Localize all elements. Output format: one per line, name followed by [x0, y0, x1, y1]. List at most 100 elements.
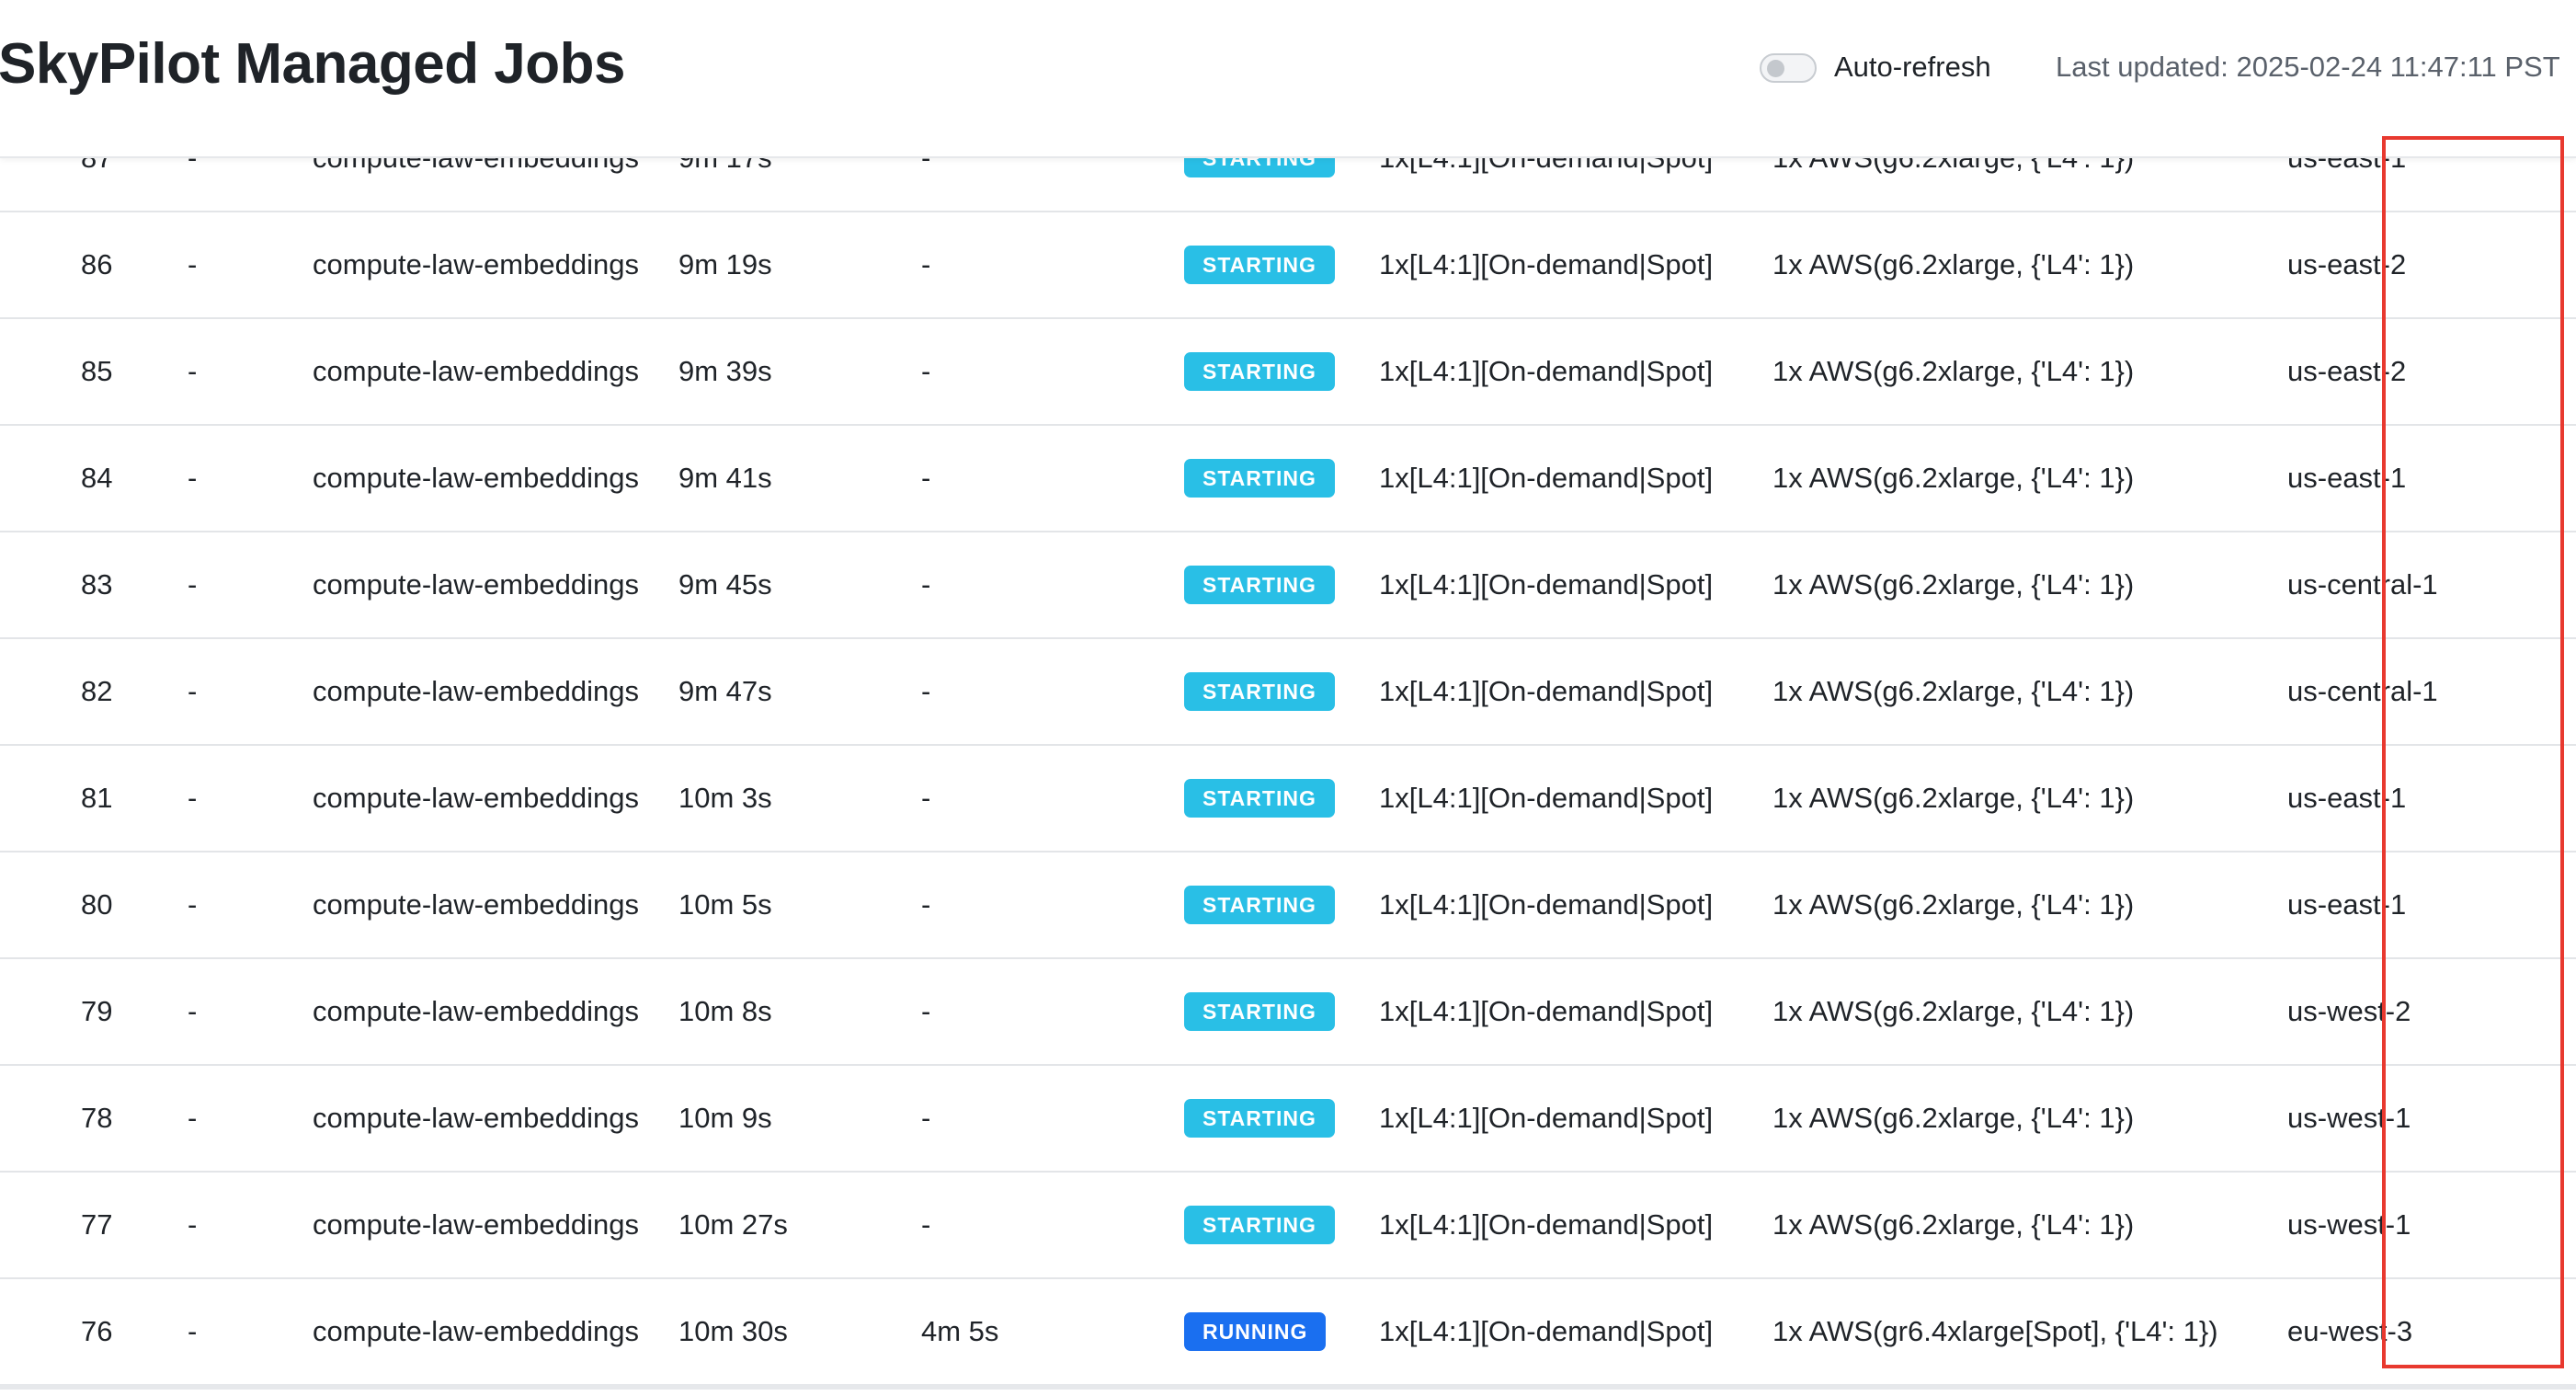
cluster-cell: 1x AWS(g6.2xlarge, {'L4': 1}) — [1772, 1065, 2287, 1173]
job-name-cell: compute-law-embeddings — [276, 1172, 645, 1279]
status-badge: STARTING — [1184, 992, 1335, 1031]
job-id-cell: 81 — [0, 745, 138, 852]
duration-cell: 10m 3s — [645, 745, 886, 852]
region-cell: us-central-1 — [2287, 532, 2576, 639]
resources-cell: 1x[L4:1][On-demand|Spot] — [1377, 532, 1772, 639]
resources-cell: 1x[L4:1][On-demand|Spot] — [1377, 1278, 1772, 1390]
duration-cell: 10m 27s — [645, 1172, 886, 1279]
duration-cell: 9m 39s — [645, 318, 886, 426]
table-row[interactable]: 82- compute-law-embeddings 9m 47s - STARTING… — [0, 638, 2576, 746]
managed-jobs-page: 87-compute-law-embeddings9m 17s-STARTING… — [0, 0, 2576, 1396]
duration-cell: 10m 8s — [645, 958, 886, 1066]
resources-cell: 1x[L4:1][On-demand|Spot] — [1377, 745, 1772, 852]
resources-cell: 1x[L4:1][On-demand|Spot] — [1377, 1065, 1772, 1173]
job-name-cell: compute-law-embeddings — [276, 745, 645, 852]
resources-cell: 1x[L4:1][On-demand|Spot] — [1377, 1172, 1772, 1279]
task-cell: - — [138, 212, 276, 319]
cluster-cell: 1x AWS(g6.2xlarge, {'L4': 1}) — [1772, 638, 2287, 746]
table-row[interactable]: 77- compute-law-embeddings 10m 27s - STARTIN… — [0, 1172, 2576, 1279]
status-cell: STARTING — [1153, 212, 1377, 319]
job-duration-cell: 4m 5s — [886, 1278, 1153, 1390]
status-badge: STARTING — [1184, 886, 1335, 924]
page-header: SkyPilot Managed Jobs Auto-refresh Last … — [0, 0, 2576, 158]
cluster-cell: 1x AWS(g6.2xlarge, {'L4': 1}) — [1772, 212, 2287, 319]
region-cell: us-east-2 — [2287, 318, 2576, 426]
job-id-cell: 85 — [0, 318, 138, 426]
status-cell: STARTING — [1153, 532, 1377, 639]
job-duration-cell: - — [886, 638, 1153, 746]
auto-refresh-label: Auto-refresh — [1834, 51, 1991, 83]
status-badge: RUNNING — [1184, 1312, 1327, 1351]
status-cell: STARTING — [1153, 1172, 1377, 1279]
region-cell: us-east-2 — [2287, 212, 2576, 319]
job-duration-cell: - — [886, 958, 1153, 1066]
job-duration-cell: - — [886, 532, 1153, 639]
cluster-cell: 1x AWS(g6.2xlarge, {'L4': 1}) — [1772, 745, 2287, 852]
job-duration-cell: - — [886, 745, 1153, 852]
task-cell: - — [138, 425, 276, 532]
jobs-table: 87-compute-law-embeddings9m 17s-STARTING… — [0, 119, 2576, 1390]
table-row[interactable]: 83- compute-law-embeddings 9m 45s - STARTING… — [0, 532, 2576, 639]
status-badge: STARTING — [1184, 779, 1335, 818]
job-name-cell: compute-law-embeddings — [276, 638, 645, 746]
job-name-cell: compute-law-embeddings — [276, 532, 645, 639]
status-cell: STARTING — [1153, 745, 1377, 852]
status-cell: STARTING — [1153, 1065, 1377, 1173]
table-row[interactable]: 81- compute-law-embeddings 10m 3s - STARTING… — [0, 745, 2576, 852]
table-row[interactable]: 80- compute-law-embeddings 10m 5s - STARTING… — [0, 852, 2576, 959]
status-cell: STARTING — [1153, 638, 1377, 746]
job-id-cell: 84 — [0, 425, 138, 532]
duration-cell: 9m 47s — [645, 638, 886, 746]
status-badge: STARTING — [1184, 1206, 1335, 1244]
cluster-cell: 1x AWS(g6.2xlarge, {'L4': 1}) — [1772, 425, 2287, 532]
duration-cell: 9m 19s — [645, 212, 886, 319]
job-id-cell: 83 — [0, 532, 138, 639]
job-name-cell: compute-law-embeddings — [276, 425, 645, 532]
status-badge: STARTING — [1184, 672, 1335, 711]
region-cell: us-east-1 — [2287, 425, 2576, 532]
auto-refresh-toggle[interactable] — [1760, 53, 1817, 83]
resources-cell: 1x[L4:1][On-demand|Spot] — [1377, 212, 1772, 319]
task-cell: - — [138, 318, 276, 426]
job-duration-cell: - — [886, 852, 1153, 959]
cluster-cell: 1x AWS(gr6.4xlarge[Spot], {'L4': 1}) — [1772, 1278, 2287, 1390]
region-cell: us-east-1 — [2287, 852, 2576, 959]
table-row[interactable]: 76- compute-law-embeddings 10m 30s 4m 5s RUN… — [0, 1278, 2576, 1390]
task-cell: - — [138, 1172, 276, 1279]
task-cell: - — [138, 1065, 276, 1173]
resources-cell: 1x[L4:1][On-demand|Spot] — [1377, 852, 1772, 959]
job-id-cell: 86 — [0, 212, 138, 319]
job-duration-cell: - — [886, 212, 1153, 319]
table-row[interactable]: 79- compute-law-embeddings 10m 8s - STARTING… — [0, 958, 2576, 1066]
table-row[interactable]: 86- compute-law-embeddings 9m 19s - STARTING… — [0, 212, 2576, 319]
status-cell: STARTING — [1153, 852, 1377, 959]
region-cell: us-west-1 — [2287, 1172, 2576, 1279]
status-cell: RUNNING — [1153, 1278, 1377, 1390]
resources-cell: 1x[L4:1][On-demand|Spot] — [1377, 958, 1772, 1066]
job-id-cell: 78 — [0, 1065, 138, 1173]
page-title: SkyPilot Managed Jobs — [0, 32, 626, 96]
region-cell: eu-west-3 — [2287, 1278, 2576, 1390]
job-duration-cell: - — [886, 425, 1153, 532]
status-cell: STARTING — [1153, 958, 1377, 1066]
cluster-cell: 1x AWS(g6.2xlarge, {'L4': 1}) — [1772, 958, 2287, 1066]
last-updated-text: Last updated: 2025-02-24 11:47:11 PST — [2056, 51, 2560, 83]
status-cell: STARTING — [1153, 318, 1377, 426]
cluster-cell: 1x AWS(g6.2xlarge, {'L4': 1}) — [1772, 852, 2287, 959]
cluster-cell: 1x AWS(g6.2xlarge, {'L4': 1}) — [1772, 532, 2287, 639]
task-cell: - — [138, 958, 276, 1066]
table-row[interactable]: 85- compute-law-embeddings 9m 39s - STARTING… — [0, 318, 2576, 426]
resources-cell: 1x[L4:1][On-demand|Spot] — [1377, 318, 1772, 426]
job-id-cell: 77 — [0, 1172, 138, 1279]
duration-cell: 9m 45s — [645, 532, 886, 639]
job-id-cell: 79 — [0, 958, 138, 1066]
jobs-table-container[interactable]: 87-compute-law-embeddings9m 17s-STARTING… — [0, 119, 2576, 1396]
job-duration-cell: - — [886, 1065, 1153, 1173]
status-badge: STARTING — [1184, 459, 1335, 498]
table-row[interactable]: 84- compute-law-embeddings 9m 41s - STARTING… — [0, 425, 2576, 532]
table-row[interactable]: 78- compute-law-embeddings 10m 9s - STARTING… — [0, 1065, 2576, 1173]
region-cell: us-west-2 — [2287, 958, 2576, 1066]
task-cell: - — [138, 745, 276, 852]
job-name-cell: compute-law-embeddings — [276, 852, 645, 959]
status-badge: STARTING — [1184, 566, 1335, 604]
